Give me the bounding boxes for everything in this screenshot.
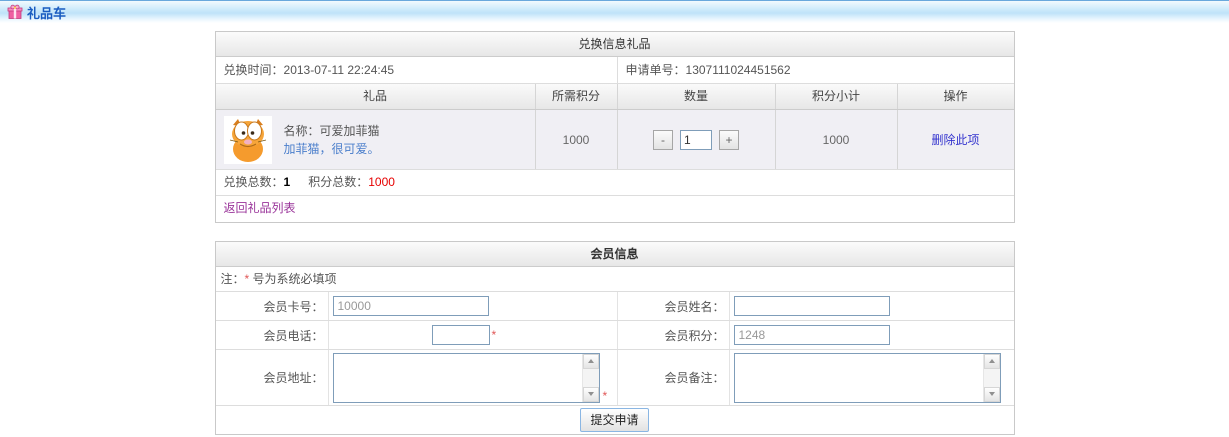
member-phone-label: 会员电话： [216, 321, 329, 349]
quantity-minus-button[interactable]: - [653, 130, 673, 150]
phone-points-row: 会员电话： * 会员积分： [216, 321, 1014, 350]
quantity-input[interactable] [680, 130, 712, 150]
address-scrollbar[interactable] [582, 354, 599, 402]
member-points-label: 会员积分： [618, 321, 730, 349]
product-description-link[interactable]: 加菲猫，很可爱。 [284, 142, 380, 156]
exchange-info-table: 兑换信息礼品 兑换时间：2013-07-11 22:24:45 申请单号：130… [215, 31, 1015, 223]
member-name-input[interactable] [734, 296, 890, 316]
scroll-up-icon[interactable] [583, 354, 599, 369]
member-points-input[interactable] [734, 325, 890, 345]
gift-cell: 名称：可爱加菲猫 加菲猫，很可爱。 [216, 110, 536, 169]
member-info-table: 会员信息 注：* 号为系统必填项 会员卡号： 会员姓名： 会员电话： * 会员积… [215, 241, 1015, 435]
address-required-star: * [603, 389, 608, 403]
col-gift: 礼品 [216, 84, 536, 109]
order-number-value: 1307111024451562 [686, 63, 791, 77]
scroll-up-icon[interactable] [984, 354, 1000, 369]
gift-icon [7, 4, 23, 20]
order-number: 申请单号：1307111024451562 [618, 57, 1014, 83]
member-remark-label: 会员备注： [618, 350, 730, 405]
quantity-cell: - + [618, 110, 776, 169]
points-subtotal-value: 1000 [776, 110, 898, 169]
action-cell: 删除此项 [898, 110, 1014, 169]
col-subtotal: 积分小计 [776, 84, 898, 109]
scroll-down-icon[interactable] [583, 387, 599, 402]
col-points-required: 所需积分 [536, 84, 618, 109]
scroll-down-icon[interactable] [984, 387, 1000, 402]
total-points-label: 积分总数： [308, 175, 368, 189]
member-address-label: 会员地址： [216, 350, 329, 405]
totals-text: 兑换总数：1 积分总数：1000 [216, 170, 395, 195]
col-action: 操作 [898, 84, 1014, 109]
col-quantity: 数量 [618, 84, 776, 109]
column-header-row: 礼品 所需积分 数量 积分小计 操作 [216, 84, 1014, 110]
note-text: 号为系统必填项 [249, 272, 336, 286]
note-prefix: 注： [221, 272, 245, 286]
member-remark-textarea[interactable] [734, 353, 1001, 403]
exchange-time-label: 兑换时间： [224, 63, 284, 77]
exchange-meta-row: 兑换时间：2013-07-11 22:24:45 申请单号：1307111024… [216, 57, 1014, 84]
card-name-row: 会员卡号： 会员姓名： [216, 292, 1014, 321]
submit-application-button[interactable]: 提交申请 [580, 408, 648, 432]
total-points-value: 1000 [368, 175, 395, 189]
member-card-input[interactable] [333, 296, 489, 316]
product-text: 名称：可爱加菲猫 加菲猫，很可爱。 [284, 122, 380, 158]
product-name: 可爱加菲猫 [320, 124, 380, 138]
totals-row: 兑换总数：1 积分总数：1000 [216, 170, 1014, 196]
total-quantity-value: 1 [284, 175, 291, 189]
address-remark-row: 会员地址： * 会员备注： [216, 350, 1014, 406]
total-quantity-label: 兑换总数： [224, 175, 284, 189]
product-image [224, 116, 272, 164]
points-required-value: 1000 [536, 110, 618, 169]
exchange-time-value: 2013-07-11 22:24:45 [284, 63, 395, 77]
product-name-line: 名称：可爱加菲猫 [284, 124, 380, 138]
exchange-table-title: 兑换信息礼品 [216, 32, 1014, 57]
member-name-label: 会员姓名： [618, 292, 730, 320]
back-to-gift-list-link[interactable]: 返回礼品列表 [224, 201, 296, 215]
exchange-time: 兑换时间：2013-07-11 22:24:45 [216, 57, 618, 83]
order-number-label: 申请单号： [626, 63, 686, 77]
gift-item-row: 名称：可爱加菲猫 加菲猫，很可爱。 1000 - + 1000 删除此项 [216, 110, 1014, 170]
member-phone-input[interactable] [432, 325, 490, 345]
member-table-title: 会员信息 [216, 242, 1014, 267]
quantity-plus-button[interactable]: + [719, 130, 739, 150]
back-row: 返回礼品列表 [216, 196, 1014, 222]
submit-row: 提交申请 [216, 406, 1014, 434]
delete-item-link[interactable]: 删除此项 [931, 131, 979, 148]
phone-required-star: * [492, 328, 497, 342]
member-card-label: 会员卡号： [216, 292, 329, 320]
page-title: 礼品车 [27, 3, 66, 22]
title-bar: 礼品车 [0, 0, 1229, 23]
remark-scrollbar[interactable] [983, 354, 1000, 402]
member-address-textarea[interactable] [333, 353, 600, 403]
required-note-row: 注：* 号为系统必填项 [216, 267, 1014, 292]
